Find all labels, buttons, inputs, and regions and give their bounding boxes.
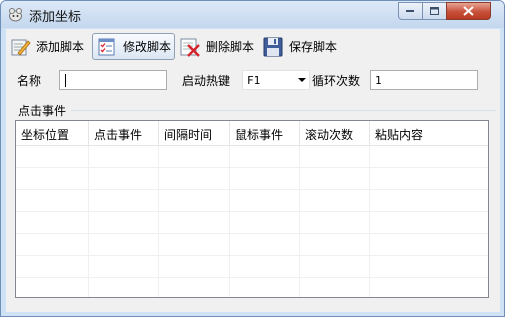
client-area: 添加脚本 修改脚本 删除脚本 保存脚本 名称 启动热键 F1 循环次数 1 点击… (6, 29, 500, 312)
column-header-interval[interactable]: 间隔时间 (159, 121, 230, 145)
grid-line (16, 233, 488, 234)
save-script-label: 保存脚本 (289, 40, 338, 54)
toolbar: 添加脚本 修改脚本 删除脚本 保存脚本 (6, 29, 500, 64)
window-title: 添加坐标 (29, 10, 82, 25)
add-script-button[interactable]: 添加脚本 (9, 33, 89, 60)
grid-line (16, 167, 488, 168)
column-header-mouse-event[interactable]: 鼠标事件 (230, 121, 300, 145)
close-icon (463, 6, 474, 16)
text-caret (65, 74, 66, 87)
hotkey-label: 启动热键 (182, 74, 231, 88)
table-header: 坐标位置 点击事件 间隔时间 鼠标事件 滚动次数 粘贴内容 (16, 121, 488, 145)
name-input[interactable] (59, 70, 167, 90)
save-script-button[interactable]: 保存脚本 (262, 33, 342, 60)
maximize-button[interactable] (422, 2, 447, 20)
edit-script-icon (98, 38, 115, 55)
delete-script-button[interactable]: 删除脚本 (179, 33, 259, 60)
grid-line (16, 145, 488, 146)
column-header-click-event[interactable]: 点击事件 (89, 121, 159, 145)
minimize-icon (406, 10, 414, 12)
delete-script-icon (180, 38, 200, 57)
loop-count-input[interactable]: 1 (370, 70, 478, 90)
column-header-position[interactable]: 坐标位置 (16, 121, 89, 145)
grid-line (16, 189, 488, 190)
title-bar[interactable]: 添加坐标 (1, 1, 504, 28)
close-button[interactable] (446, 2, 491, 20)
add-script-icon (11, 39, 31, 56)
events-group-label: 点击事件 (18, 104, 67, 118)
app-icon (9, 8, 22, 22)
minimize-button[interactable] (398, 2, 423, 20)
maximize-icon (429, 6, 439, 15)
floppy-disk-icon (263, 37, 283, 56)
dialog-window: 添加坐标 添加脚本 修改脚本 删除脚本 保存脚本 名称 启动热键 F1 循环次数… (0, 0, 505, 317)
edit-script-label: 修改脚本 (123, 40, 172, 54)
events-table[interactable]: 坐标位置 点击事件 间隔时间 鼠标事件 滚动次数 粘贴内容 (15, 120, 489, 298)
delete-script-label: 删除脚本 (206, 40, 255, 54)
grid-line (16, 211, 488, 212)
hotkey-value: F1 (247, 74, 261, 87)
group-divider (71, 110, 496, 111)
loop-count-value: 1 (375, 74, 382, 87)
name-label: 名称 (17, 74, 42, 88)
hotkey-select[interactable]: F1 (242, 70, 310, 90)
column-header-scroll-count[interactable]: 滚动次数 (300, 121, 370, 145)
loop-count-label: 循环次数 (312, 74, 361, 88)
edit-script-button[interactable]: 修改脚本 (92, 33, 175, 60)
grid-line (16, 255, 488, 256)
dropdown-arrow-icon (298, 78, 306, 82)
add-script-label: 添加脚本 (36, 40, 85, 54)
column-header-paste-content[interactable]: 粘贴内容 (370, 121, 488, 145)
grid-line (16, 277, 488, 278)
